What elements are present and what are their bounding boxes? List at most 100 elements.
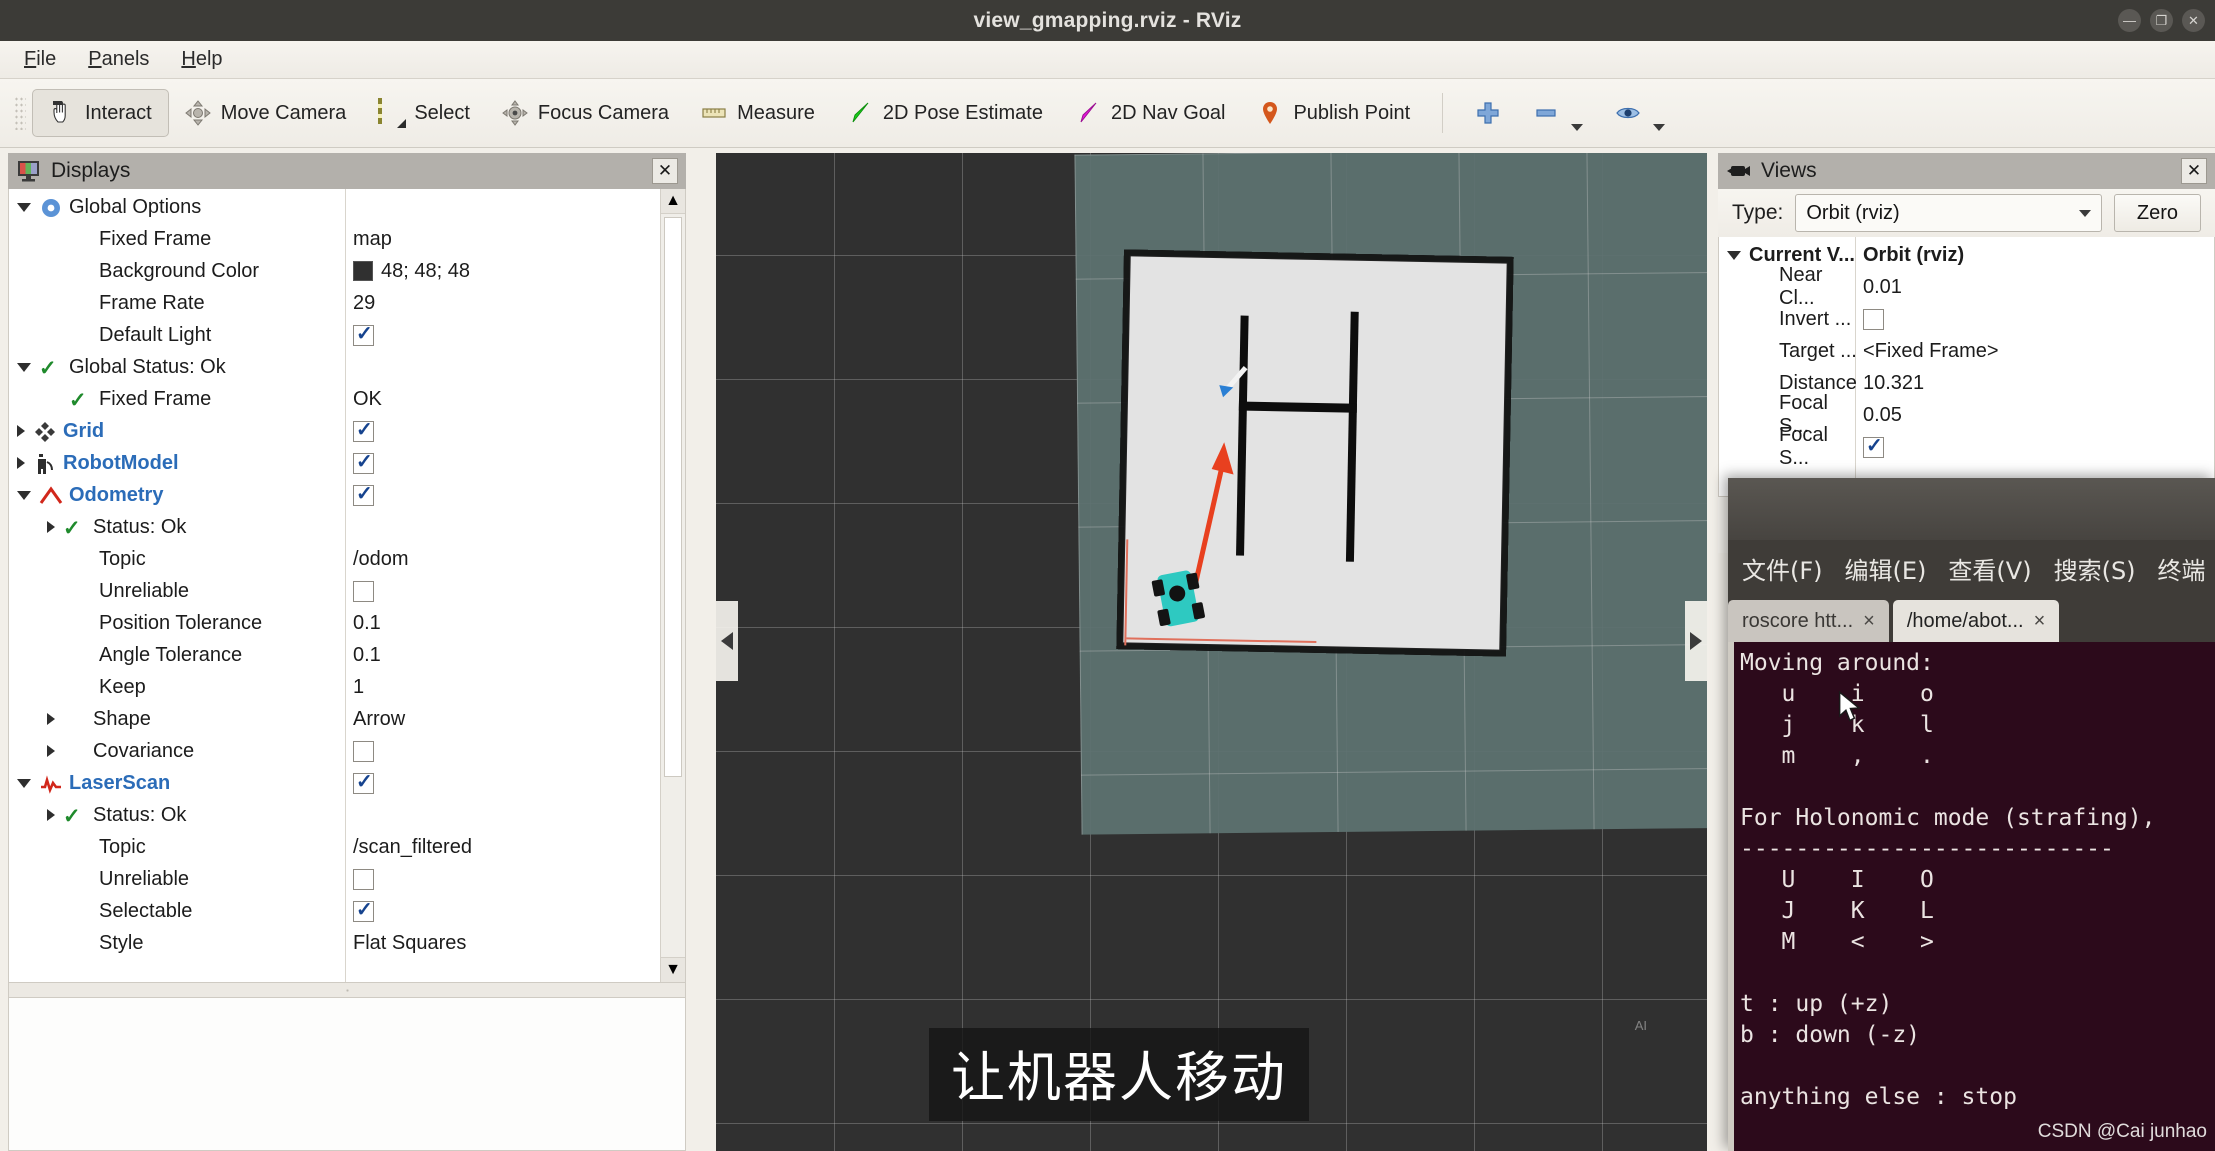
- checkbox-unchecked[interactable]: [1863, 308, 1884, 330]
- twisty-expanded-icon[interactable]: [17, 778, 31, 788]
- tree-row[interactable]: Background Color 48; 48; 48: [9, 255, 660, 287]
- tree-row[interactable]: ✓ Global Status: Ok: [9, 351, 660, 383]
- render-viewport[interactable]: AI 让机器人移动: [716, 153, 1707, 1151]
- checkbox-checked[interactable]: [353, 417, 374, 442]
- tree-row-value[interactable]: map: [347, 228, 392, 251]
- tool-select[interactable]: Select: [362, 89, 486, 137]
- tool-focus-camera[interactable]: Focus Camera: [486, 89, 685, 137]
- panel-splitter[interactable]: [8, 983, 686, 997]
- tree-row[interactable]: Grid: [9, 415, 660, 447]
- tree-row[interactable]: LaserScan: [9, 767, 660, 799]
- tree-row[interactable]: Shape Arrow: [9, 703, 660, 735]
- color-swatch[interactable]: [353, 261, 373, 281]
- twisty-collapsed-icon[interactable]: [17, 425, 25, 437]
- tree-row-value[interactable]: [347, 321, 374, 346]
- tree-row-value[interactable]: Flat Squares: [347, 932, 466, 955]
- left-panel-collapse[interactable]: [716, 601, 738, 681]
- tree-row-value[interactable]: OK: [347, 388, 382, 411]
- tree-row[interactable]: Keep 1: [9, 671, 660, 703]
- terminal-tab-close-icon[interactable]: ×: [1863, 610, 1875, 633]
- add-display-button[interactable]: [1459, 89, 1517, 137]
- checkbox-checked[interactable]: [1863, 433, 1884, 458]
- scroll-down-icon[interactable]: ▼: [661, 957, 685, 982]
- close-button[interactable]: ✕: [2182, 9, 2205, 32]
- tree-row-value[interactable]: [347, 481, 374, 506]
- chevron-down-icon[interactable]: [1571, 124, 1584, 131]
- twisty-expanded-icon[interactable]: [17, 202, 31, 212]
- tree-row-value[interactable]: 1: [347, 676, 364, 699]
- tree-row[interactable]: Topic/odom: [9, 543, 660, 575]
- tree-row-value[interactable]: [347, 449, 374, 474]
- tree-row[interactable]: ✓ Fixed Frame OK: [9, 383, 660, 415]
- tree-row-value[interactable]: /scan_filtered: [347, 836, 472, 859]
- tree-row[interactable]: Covariance: [9, 735, 660, 767]
- tree-row[interactable]: Focal S...: [1719, 424, 2214, 469]
- tree-row[interactable]: ✓ Status: Ok: [9, 511, 660, 543]
- checkbox-unchecked[interactable]: [353, 580, 374, 602]
- checkbox-checked[interactable]: [353, 769, 374, 794]
- tree-row[interactable]: Style Flat Squares: [9, 927, 660, 959]
- tree-row-value[interactable]: 0.05: [1857, 404, 1902, 427]
- twisty-expanded-icon[interactable]: [17, 362, 31, 372]
- tree-row-value[interactable]: Arrow: [347, 708, 405, 731]
- tree-row-value[interactable]: [1857, 433, 1884, 458]
- tree-row-value[interactable]: [347, 897, 374, 922]
- tree-row-value[interactable]: 29: [347, 292, 375, 315]
- zero-button[interactable]: Zero: [2113, 194, 2201, 232]
- menu-panels[interactable]: Panels: [88, 48, 149, 71]
- tree-row-value[interactable]: [347, 868, 374, 890]
- tree-row-value[interactable]: [347, 769, 374, 794]
- terminal-tab-1[interactable]: /home/abot... ×: [1892, 600, 2060, 642]
- displays-tree[interactable]: Global Options Fixed Frame map Background C…: [9, 189, 660, 982]
- terminal-menu-search[interactable]: 搜索(S): [2054, 551, 2136, 586]
- tree-row-value[interactable]: [347, 740, 374, 762]
- displays-close-icon[interactable]: ✕: [652, 158, 678, 184]
- tree-row-value[interactable]: 48; 48; 48: [347, 260, 470, 283]
- tree-row[interactable]: Position Tolerance 0.1: [9, 607, 660, 639]
- tool-move-camera[interactable]: Move Camera: [169, 89, 363, 137]
- tree-row[interactable]: Default Light: [9, 319, 660, 351]
- scroll-up-icon[interactable]: ▲: [661, 189, 685, 214]
- tree-row[interactable]: RobotModel: [9, 447, 660, 479]
- scroll-thumb[interactable]: [664, 217, 682, 777]
- visibility-button[interactable]: [1599, 89, 1681, 137]
- checkbox-unchecked[interactable]: [353, 740, 374, 762]
- tree-row-value[interactable]: 0.1: [347, 612, 381, 635]
- toolbar-grip[interactable]: [14, 96, 26, 130]
- tree-row-value[interactable]: <Fixed Frame>: [1857, 340, 1999, 363]
- twisty-collapsed-icon[interactable]: [17, 457, 25, 469]
- checkbox-checked[interactable]: [353, 481, 374, 506]
- tree-row-value[interactable]: /odom: [347, 548, 409, 571]
- tree-row[interactable]: Topic/scan_filtered: [9, 831, 660, 863]
- terminal-window[interactable]: 文件(F) 编辑(E) 查看(V) 搜索(S) 终端 roscore htt... ×/h…: [1728, 478, 2215, 1151]
- tree-row[interactable]: Unreliable: [9, 575, 660, 607]
- twisty-expanded-icon[interactable]: [1727, 250, 1741, 260]
- tree-row-value[interactable]: Orbit (rviz): [1857, 244, 1964, 267]
- remove-display-button[interactable]: [1517, 89, 1599, 137]
- tree-row[interactable]: Fixed Frame map: [9, 223, 660, 255]
- terminal-menu-terminal[interactable]: 终端: [2158, 551, 2206, 586]
- tree-row[interactable]: Invert ...: [1719, 303, 2214, 335]
- views-tree[interactable]: Current V... Orbit (rviz) Near Cl... 0.01 In…: [1719, 237, 2214, 496]
- tree-row[interactable]: Unreliable: [9, 863, 660, 895]
- maximize-button[interactable]: ❐: [2150, 9, 2173, 32]
- twisty-expanded-icon[interactable]: [17, 490, 31, 500]
- tree-row-value[interactable]: [347, 417, 374, 442]
- tree-row[interactable]: ✓ Status: Ok: [9, 799, 660, 831]
- tree-row-value[interactable]: 0.1: [347, 644, 381, 667]
- terminal-menu-file[interactable]: 文件(F): [1742, 551, 1823, 586]
- tree-row[interactable]: Target ... <Fixed Frame>: [1719, 335, 2214, 367]
- tree-row[interactable]: Global Options: [9, 191, 660, 223]
- tree-row[interactable]: Odometry: [9, 479, 660, 511]
- tool-2d-nav-goal[interactable]: 2D Nav Goal: [1059, 89, 1242, 137]
- terminal-menu-edit[interactable]: 编辑(E): [1845, 551, 1927, 586]
- terminal-menu-view[interactable]: 查看(V): [1948, 551, 2031, 586]
- checkbox-checked[interactable]: [353, 321, 374, 346]
- chevron-down-icon-2[interactable]: [1653, 124, 1666, 131]
- twisty-collapsed-icon[interactable]: [47, 745, 55, 757]
- checkbox-checked[interactable]: [353, 449, 374, 474]
- tree-row[interactable]: Angle Tolerance 0.1: [9, 639, 660, 671]
- tool-measure[interactable]: Measure: [685, 89, 831, 137]
- views-close-icon[interactable]: ✕: [2181, 158, 2207, 184]
- terminal-tab-close-icon[interactable]: ×: [2034, 610, 2046, 633]
